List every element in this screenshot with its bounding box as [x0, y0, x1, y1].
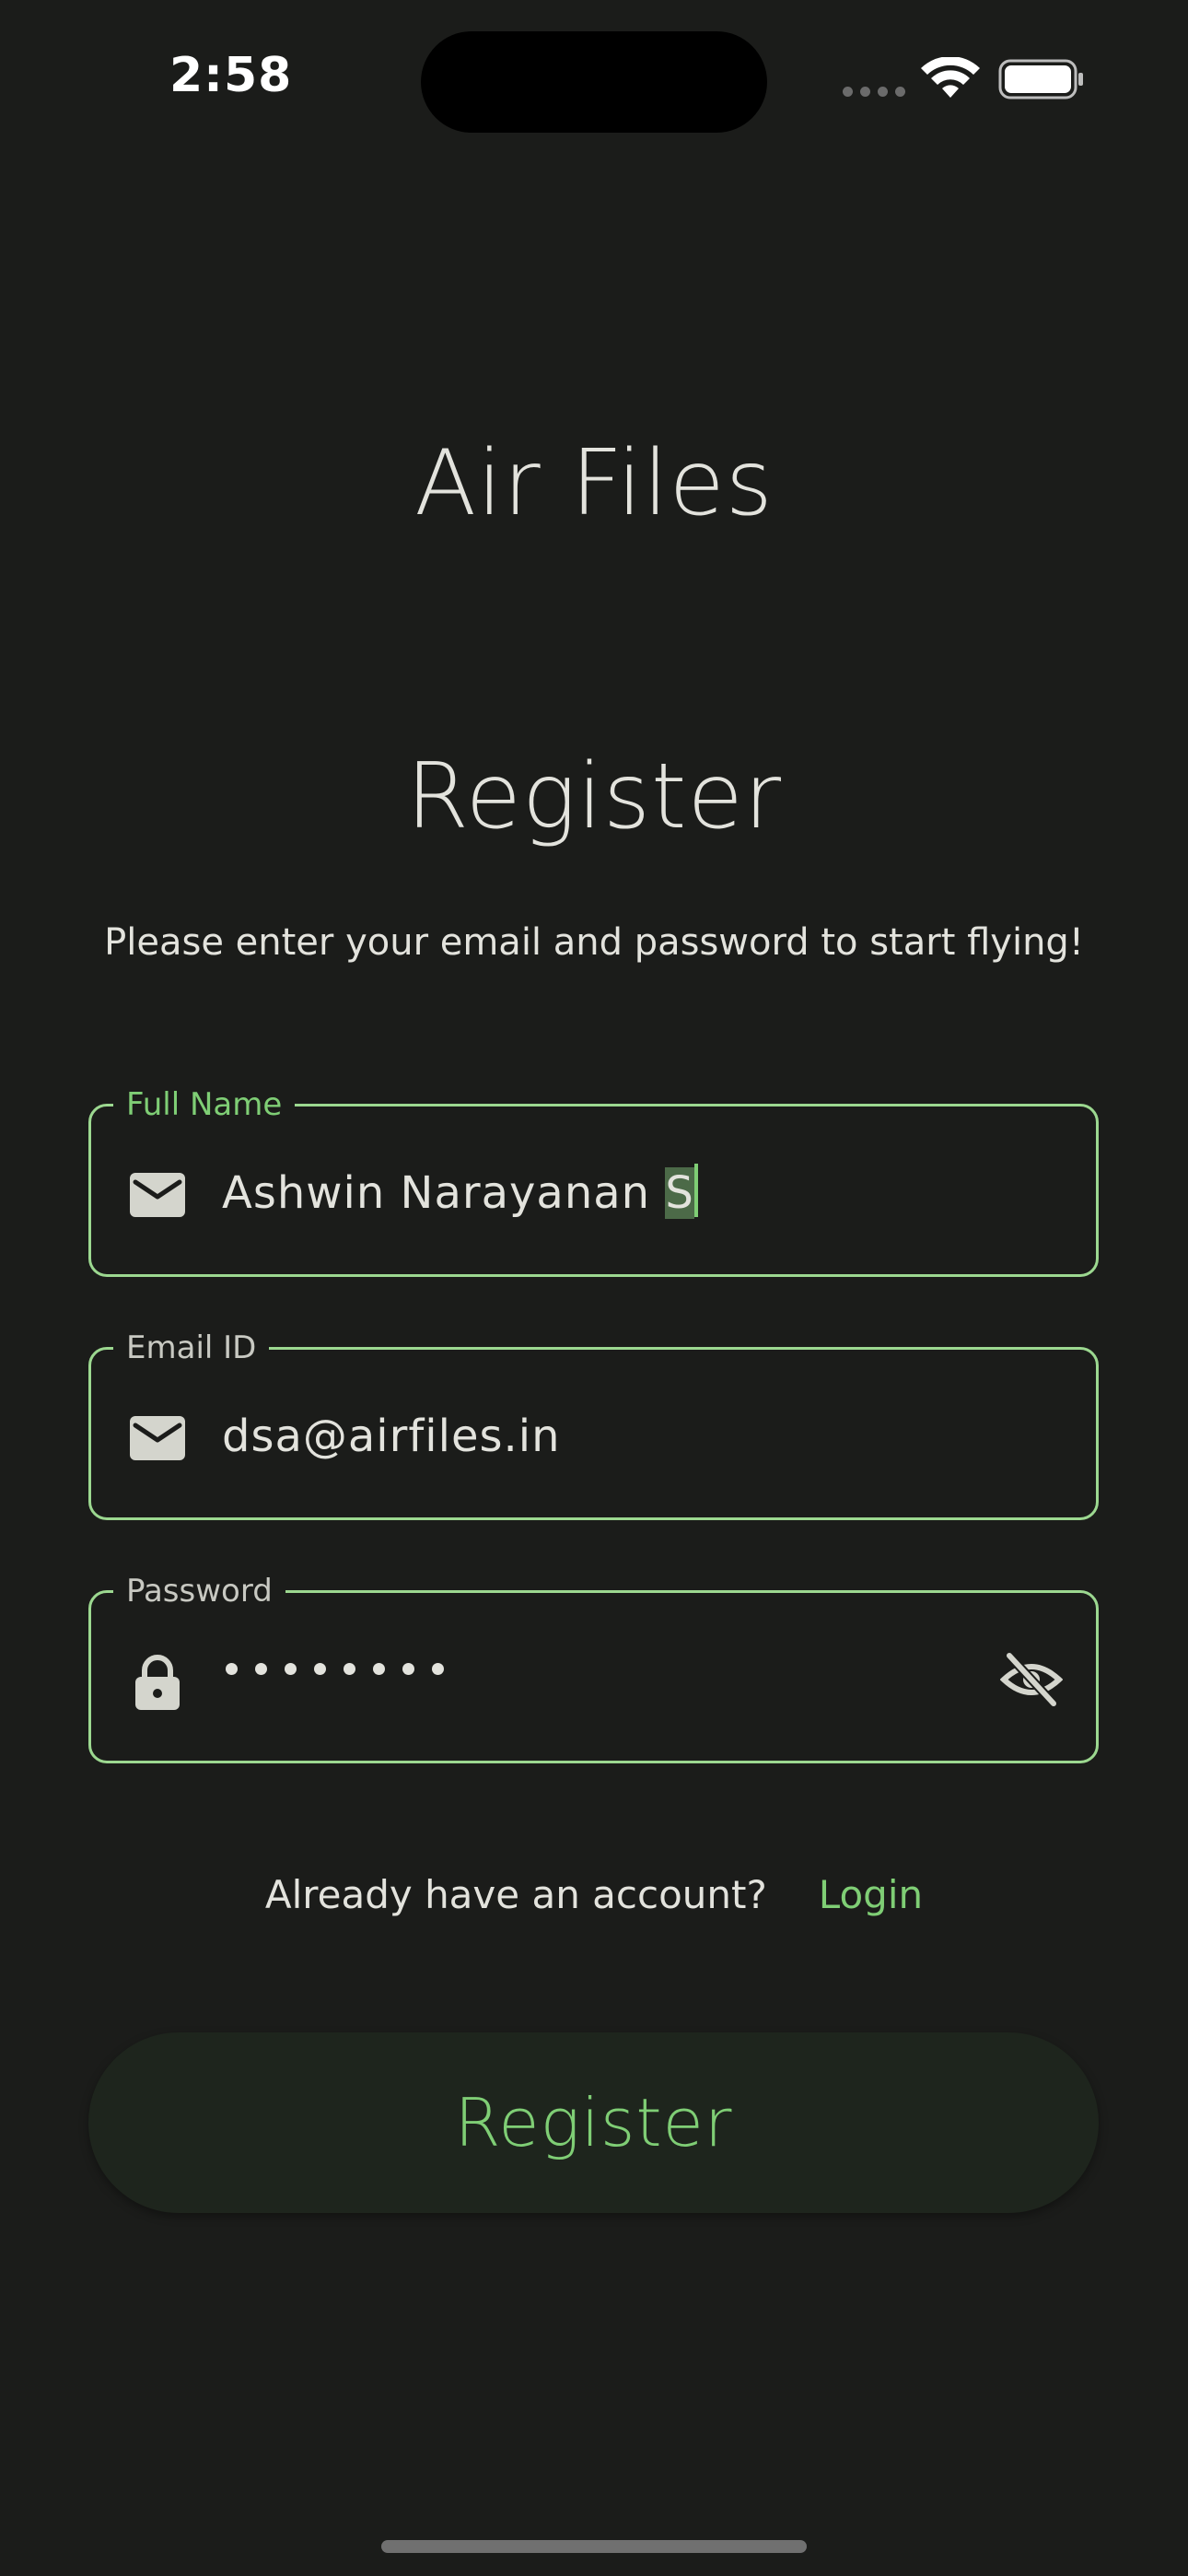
text-cursor	[693, 1164, 698, 1217]
password-mask-dot	[255, 1663, 267, 1675]
page-subtitle: Please enter your email and password to …	[104, 921, 1084, 964]
full-name-field[interactable]: Full Name Ashwin Narayanan S	[88, 1084, 1099, 1277]
cellular-signal-icon	[843, 87, 905, 97]
page-title: Register	[405, 744, 783, 849]
wifi-icon	[921, 57, 980, 98]
password-mask-dot	[432, 1663, 444, 1675]
password-mask-dot	[226, 1663, 238, 1675]
password-mask-dot	[344, 1663, 355, 1675]
login-prompt: Already have an account? Login	[0, 1872, 1188, 1917]
login-prompt-text: Already have an account?	[264, 1872, 767, 1917]
password-mask-dot	[402, 1663, 414, 1675]
register-button[interactable]: Register	[88, 2032, 1099, 2213]
mail-icon	[130, 1416, 185, 1460]
mail-icon	[130, 1173, 185, 1217]
email-input[interactable]: dsa@airfiles.in	[222, 1407, 561, 1466]
full-name-input[interactable]: Ashwin Narayanan S	[222, 1164, 698, 1223]
home-indicator[interactable]	[381, 2540, 807, 2553]
email-label: Email ID	[113, 1328, 270, 1368]
password-field[interactable]: Password	[88, 1571, 1099, 1763]
register-screen: 2:58 Air Files Register Please enter you…	[0, 0, 1188, 2576]
full-name-selection: S	[665, 1167, 694, 1219]
password-mask-dot	[373, 1663, 385, 1675]
battery-icon	[998, 59, 1083, 100]
password-label: Password	[113, 1571, 285, 1611]
login-link[interactable]: Login	[819, 1872, 923, 1917]
dynamic-island	[421, 31, 767, 133]
email-field[interactable]: Email ID dsa@airfiles.in	[88, 1328, 1099, 1520]
status-time: 2:58	[169, 48, 293, 103]
app-title: Air Files	[414, 431, 774, 536]
full-name-label: Full Name	[113, 1084, 296, 1125]
password-input[interactable]	[226, 1663, 444, 1675]
password-mask-dot	[285, 1663, 297, 1675]
full-name-text: Ashwin Narayanan	[222, 1167, 666, 1219]
lock-icon	[135, 1655, 180, 1710]
password-mask-dot	[314, 1663, 326, 1675]
eye-off-icon[interactable]	[1000, 1650, 1063, 1709]
